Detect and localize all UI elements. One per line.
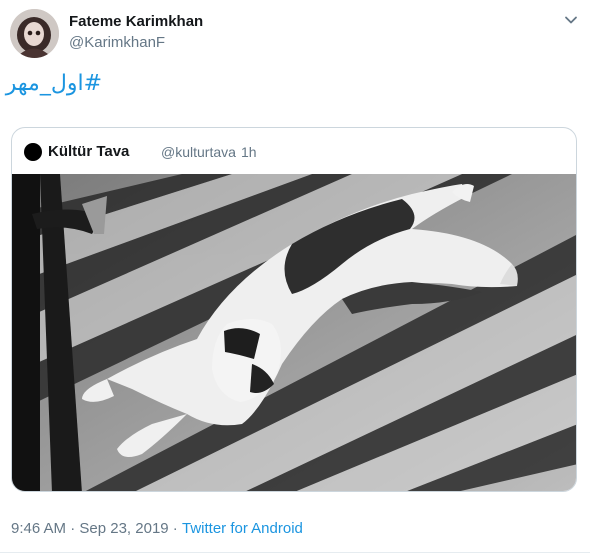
divider xyxy=(0,552,590,553)
meta-separator: · xyxy=(66,520,80,537)
quoted-tweet-header: Kültür Tava @kulturtava · 1h xyxy=(12,128,576,174)
author-name[interactable]: Fateme Karimkhan xyxy=(69,13,203,30)
tweet-time[interactable]: 9:46 AM xyxy=(11,520,66,537)
cat-photo xyxy=(12,174,576,491)
tweet-date[interactable]: Sep 23, 2019 xyxy=(79,520,168,537)
source-app-link[interactable]: Twitter for Android xyxy=(182,520,303,537)
chevron-down-icon[interactable] xyxy=(561,10,581,30)
tweet-metadata: 9:46 AM · Sep 23, 2019 · Twitter for And… xyxy=(11,520,303,537)
hashtag-link[interactable]: #اول_مهر xyxy=(6,71,102,101)
avatar-image xyxy=(10,9,59,58)
author-avatar[interactable] xyxy=(10,9,59,58)
meta-separator: · xyxy=(168,520,182,537)
author-handle[interactable]: @KarimkhanF xyxy=(69,34,165,51)
quote-separator: · xyxy=(232,144,237,160)
quoted-tweet[interactable]: Kültür Tava @kulturtava · 1h xyxy=(11,127,577,492)
quote-timestamp: 1h xyxy=(241,144,257,160)
quote-author-name: Kültür Tava xyxy=(48,143,130,160)
quote-author-handle: @kulturtava xyxy=(161,144,236,160)
quote-photo[interactable] xyxy=(12,174,576,491)
quote-avatar xyxy=(24,143,42,161)
